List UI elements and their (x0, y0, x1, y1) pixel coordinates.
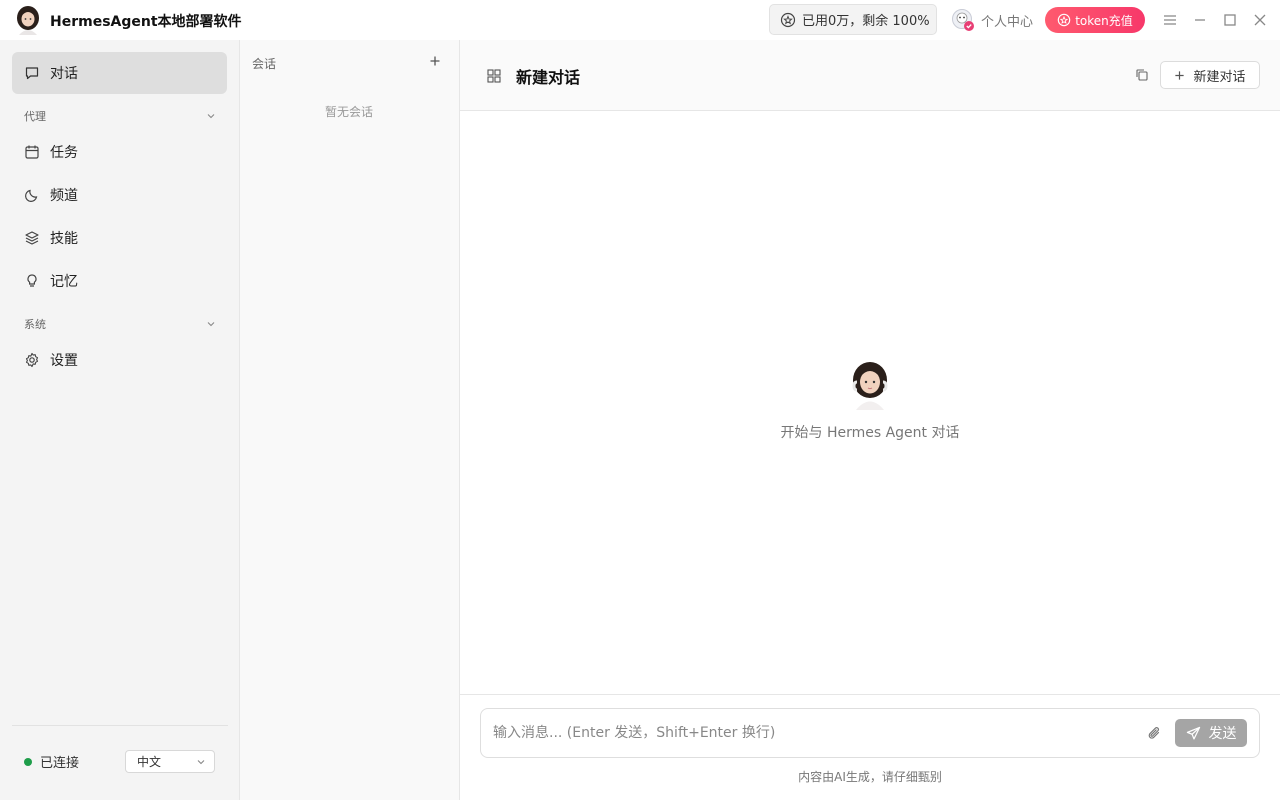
chat-main: 新建对话 新建对话 开始与 Hermes Agent 对话 输入消息... (E… (460, 40, 1280, 800)
session-panel: 会话 暂无会话 (240, 40, 460, 800)
chat-bubble-icon (25, 67, 39, 80)
paperclip-icon[interactable] (1146, 724, 1164, 742)
grid-icon[interactable] (486, 68, 502, 84)
usage-text: 已用0万，剩余 100% (802, 14, 930, 29)
user-avatar (951, 8, 975, 32)
session-panel-title: 会话 (252, 57, 277, 71)
copy-icon[interactable] (1134, 67, 1150, 83)
ai-disclaimer: 内容由AI生成，请仔细甄别 (798, 770, 942, 784)
sidebar-item-label: 对话 (50, 66, 78, 82)
badge-icon (780, 12, 796, 27)
section-agent[interactable]: 代理 (24, 107, 216, 125)
sidebar-item-label: 任务 (50, 145, 78, 161)
menu-icon[interactable] (1160, 10, 1180, 30)
status-label: 已连接 (40, 756, 80, 771)
language-value: 中文 (137, 755, 162, 769)
send-icon (1186, 726, 1200, 740)
divider (12, 725, 228, 726)
title-bar: HermesAgent本地部署软件 已用0万，剩余 100% 个人中心 toke… (0, 0, 1280, 40)
composer-area: 发送 内容由AI生成，请仔细甄别 (460, 694, 1280, 800)
token-recharge-button[interactable]: token充值 (1045, 7, 1145, 33)
sidebar-item-memory[interactable]: 记忆 (12, 260, 227, 302)
section-agent-label: 代理 (24, 110, 46, 123)
new-chat-label: 新建对话 (1193, 69, 1246, 85)
badge-icon (1057, 13, 1071, 27)
chat-title: 新建对话 (516, 68, 581, 87)
sidebar-item-skills[interactable]: 技能 (12, 217, 227, 259)
chevron-down-icon (207, 114, 215, 119)
session-empty-text: 暂无会话 (324, 105, 373, 119)
new-chat-button[interactable]: 新建对话 (1160, 61, 1260, 89)
section-system[interactable]: 系统 (24, 315, 216, 333)
welcome-panel: 开始与 Hermes Agent 对话 (460, 360, 1280, 442)
gear-icon (25, 352, 39, 368)
app-title: HermesAgent本地部署软件 (50, 14, 242, 30)
calendar-icon (25, 145, 39, 159)
section-system-label: 系统 (24, 318, 46, 331)
connection-status: 已连接 (24, 752, 79, 771)
language-select[interactable]: 中文 (125, 750, 215, 773)
sidebar: 对话 代理 任务 频道 技能 记忆 系统 设置 已连接 中文 (0, 40, 240, 800)
chevron-down-icon (197, 759, 205, 764)
layers-icon (25, 231, 39, 245)
chat-header: 新建对话 新建对话 (460, 40, 1280, 111)
user-center-label: 个人中心 (981, 14, 1034, 30)
status-dot-icon (24, 757, 32, 766)
sidebar-item-label: 频道 (50, 188, 78, 204)
message-input[interactable] (493, 721, 1133, 745)
welcome-text: 开始与 Hermes Agent 对话 (780, 425, 960, 441)
send-button[interactable]: 发送 (1175, 719, 1247, 747)
plus-icon (430, 56, 440, 66)
sidebar-item-chat[interactable]: 对话 (12, 52, 227, 94)
composer-box: 发送 (480, 708, 1260, 758)
lightbulb-icon (27, 274, 37, 287)
user-center-button[interactable]: 个人中心 (951, 8, 1033, 32)
send-label: 发送 (1208, 726, 1237, 742)
chevron-down-icon (207, 322, 215, 327)
sidebar-item-label: 记忆 (50, 274, 78, 290)
agent-avatar (852, 362, 888, 410)
recharge-label: token充值 (1075, 13, 1133, 28)
sidebar-item-tasks[interactable]: 任务 (12, 131, 227, 173)
usage-indicator[interactable]: 已用0万，剩余 100% (769, 4, 937, 35)
moon-icon (25, 189, 38, 202)
minimize-icon[interactable] (1190, 10, 1210, 30)
sidebar-item-settings[interactable]: 设置 (12, 339, 227, 381)
maximize-icon[interactable] (1220, 10, 1240, 30)
sidebar-item-channels[interactable]: 频道 (12, 174, 227, 216)
sidebar-item-label: 技能 (50, 231, 78, 247)
add-session-button[interactable] (426, 52, 444, 70)
close-icon[interactable] (1250, 10, 1270, 30)
sidebar-item-label: 设置 (50, 353, 78, 369)
app-logo (17, 6, 39, 35)
plus-icon (1175, 70, 1185, 80)
